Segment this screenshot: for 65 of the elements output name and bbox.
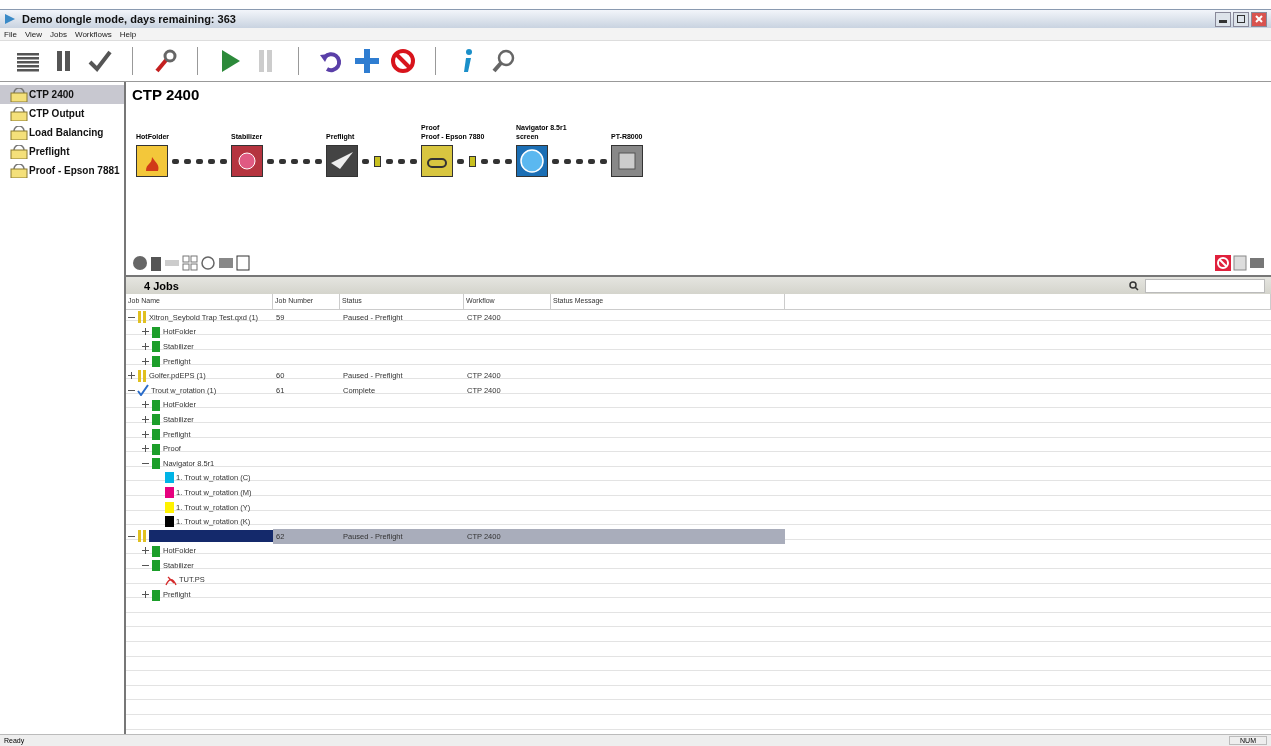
pause-icon bbox=[137, 530, 147, 543]
pause-icon bbox=[137, 311, 147, 324]
plus-icon[interactable] bbox=[353, 47, 381, 75]
expand-toggle[interactable] bbox=[142, 357, 149, 365]
pause-icon bbox=[137, 369, 147, 382]
expand-toggle[interactable] bbox=[142, 415, 149, 423]
folder-icon bbox=[10, 163, 28, 178]
prohibited-icon[interactable] bbox=[389, 47, 417, 75]
minimize-icon bbox=[1219, 20, 1227, 23]
window-title: Demo dongle mode, days remaining: 363 bbox=[22, 13, 236, 25]
step-icon bbox=[151, 442, 161, 455]
workflow-node-icon[interactable] bbox=[421, 145, 453, 177]
expand-toggle[interactable] bbox=[142, 591, 149, 599]
workflow-node-icon[interactable] bbox=[231, 145, 263, 177]
step-icon bbox=[151, 588, 161, 601]
workflow-item[interactable]: Preflight bbox=[0, 142, 124, 161]
menu-item[interactable]: Help bbox=[119, 29, 137, 39]
workflow-node-icon[interactable] bbox=[326, 145, 358, 177]
workflow-item[interactable]: CTP 2400 bbox=[0, 85, 124, 104]
sphere-icon[interactable] bbox=[132, 255, 148, 271]
search-field[interactable] bbox=[1145, 278, 1265, 293]
workflow-item[interactable]: Proof - Epson 7881 bbox=[0, 161, 124, 180]
close-button[interactable] bbox=[1251, 11, 1267, 27]
workflow-node-icon[interactable] bbox=[516, 145, 548, 177]
expand-toggle[interactable] bbox=[142, 445, 149, 453]
step-icon bbox=[151, 325, 161, 338]
jobs-count: 4 Jobs bbox=[143, 279, 179, 292]
grid-icon[interactable] bbox=[182, 255, 198, 271]
close-icon bbox=[1254, 14, 1264, 24]
job-name[interactable] bbox=[149, 530, 273, 543]
menu-item[interactable]: Workflows bbox=[75, 29, 112, 39]
checkmark-icon bbox=[137, 384, 149, 397]
folder-icon bbox=[10, 87, 28, 102]
expand-toggle[interactable] bbox=[142, 547, 149, 555]
step-icon bbox=[151, 355, 161, 368]
prohibited-icon[interactable] bbox=[1215, 255, 1231, 271]
step-icon bbox=[151, 398, 161, 411]
step-icon bbox=[151, 544, 161, 557]
menu-item[interactable]: Jobs bbox=[50, 29, 67, 39]
refresh-icon[interactable] bbox=[200, 255, 216, 271]
step-icon bbox=[151, 457, 161, 470]
folder-icon bbox=[10, 106, 28, 121]
workflow-item[interactable]: CTP Output bbox=[0, 104, 124, 123]
workflow-item[interactable]: Load Balancing bbox=[0, 123, 124, 142]
workflow-node-icon[interactable] bbox=[611, 145, 643, 177]
search-icon bbox=[1129, 280, 1139, 291]
maximize-icon bbox=[1236, 14, 1246, 24]
minimize-button[interactable] bbox=[1215, 11, 1231, 27]
app-icon bbox=[4, 13, 16, 25]
maximize-button[interactable] bbox=[1233, 11, 1249, 27]
folder-icon bbox=[10, 144, 28, 159]
step-icon bbox=[151, 413, 161, 426]
workflow-node-icon[interactable] bbox=[136, 145, 168, 177]
expand-toggle[interactable] bbox=[142, 343, 149, 350]
menu-item[interactable]: View bbox=[24, 29, 43, 39]
workflow-title: CTP 2400 bbox=[131, 85, 201, 105]
expand-toggle[interactable] bbox=[142, 328, 149, 336]
folder-icon bbox=[10, 125, 28, 140]
expand-toggle[interactable] bbox=[142, 401, 149, 409]
expand-toggle[interactable] bbox=[142, 430, 149, 438]
menu-item[interactable]: File bbox=[4, 29, 17, 39]
expand-toggle[interactable] bbox=[128, 372, 135, 380]
step-icon bbox=[151, 428, 161, 441]
step-icon bbox=[151, 559, 161, 572]
step-icon bbox=[151, 340, 161, 353]
